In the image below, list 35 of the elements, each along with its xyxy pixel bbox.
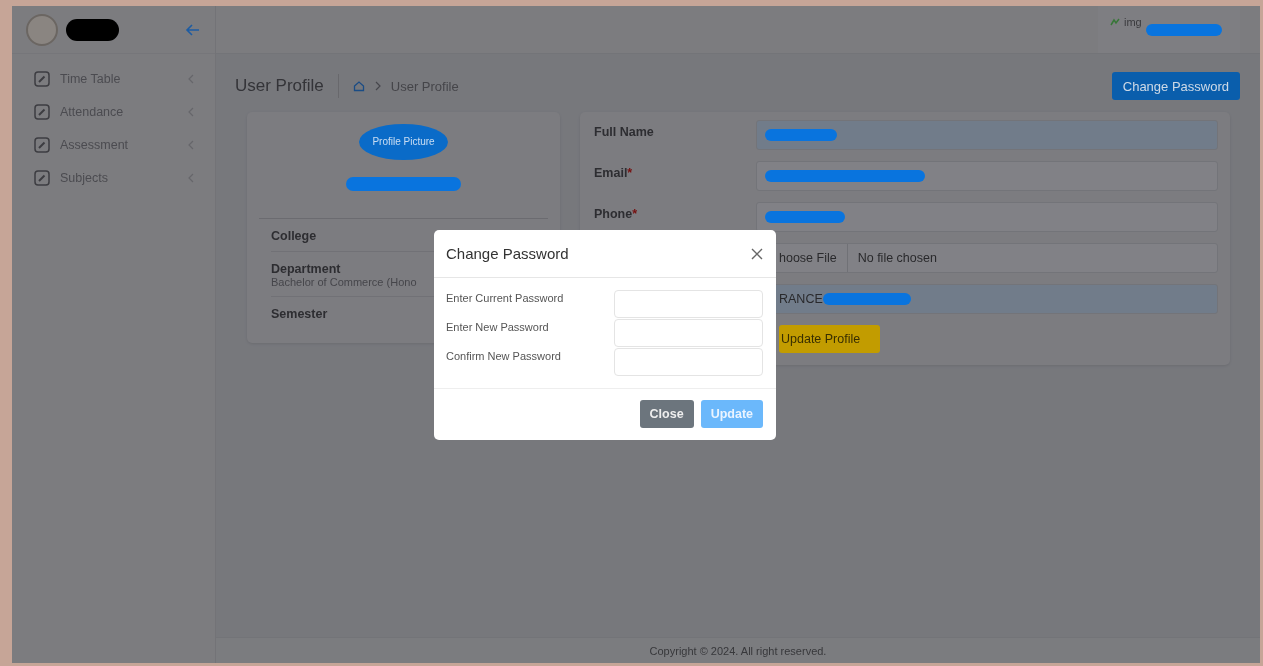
home-icon[interactable] [352, 80, 365, 92]
update-button[interactable]: Update [700, 400, 763, 428]
password-field[interactable] [614, 348, 763, 376]
field-label: Confirm New Password [446, 349, 562, 362]
info-label: College [271, 229, 318, 243]
dialog-title: Change Password [446, 245, 569, 262]
edit-icon [34, 169, 50, 186]
image-alt-text: img [1124, 16, 1142, 28]
password-field[interactable] [614, 290, 763, 318]
profile-picture: Profile Picture [359, 124, 448, 160]
page-title: User Profile [235, 76, 324, 96]
info-label: Semester [271, 307, 329, 321]
field-label: Enter New Password [446, 320, 550, 333]
close-icon[interactable] [750, 246, 764, 261]
field-label: Email* [594, 165, 634, 180]
broken-image-icon [1110, 16, 1120, 26]
password-field[interactable] [614, 319, 763, 347]
info-label: Department [271, 262, 342, 276]
edit-icon [34, 103, 50, 120]
footer-text: Copyright © 2024. All right reserved. [216, 637, 1260, 663]
edit-icon [34, 136, 50, 153]
close-button[interactable]: Close [639, 400, 694, 428]
edit-icon [34, 70, 50, 87]
emblem-logo [26, 13, 58, 46]
arrow-left-icon[interactable] [185, 21, 201, 38]
update-profile-button[interactable]: Update Profile [779, 325, 881, 353]
input-field[interactable] [756, 202, 1218, 232]
input-field[interactable] [756, 120, 1218, 150]
field-label: Phone* [594, 206, 639, 221]
field-label: Full Name [594, 124, 655, 139]
field-label: Enter Current Password [446, 291, 565, 304]
redaction-mark [66, 18, 119, 41]
change-password-button[interactable]: Change Password [1111, 72, 1240, 100]
input-field[interactable] [756, 161, 1218, 191]
redaction-mark [765, 129, 837, 141]
